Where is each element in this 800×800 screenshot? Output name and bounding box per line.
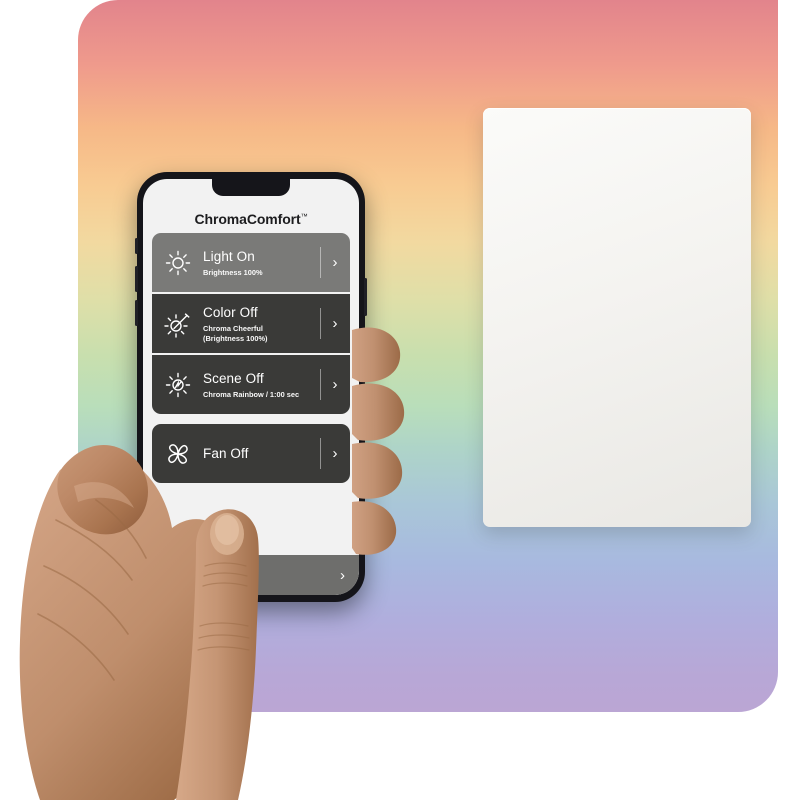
color-sun-brush-icon xyxy=(161,309,195,339)
wall-plate: ‹ › xyxy=(483,108,751,527)
list-item-color-text: Color Off Chroma Cheerful (Brightness 10… xyxy=(195,304,320,343)
app-title: ChromaComfort™ xyxy=(143,211,359,227)
chevron-right-icon[interactable]: › xyxy=(320,355,350,414)
app-title-text: ChromaComfort xyxy=(194,211,301,227)
list-item-fan[interactable]: Fan Off › xyxy=(152,424,350,483)
list-item-light-title: Light On xyxy=(203,248,255,264)
phone-volume-up-button[interactable] xyxy=(135,266,138,292)
list-item-light[interactable]: Light On Brightness 100% › xyxy=(152,233,350,292)
list-item-color-subtitle: Chroma Cheerful xyxy=(203,324,263,334)
phone-power-button[interactable] xyxy=(364,278,367,316)
list-item-color-title: Color Off xyxy=(203,305,258,321)
fan-icon xyxy=(161,439,195,469)
phone-screen: ChromaComfort™ Light On Brightness 100% … xyxy=(143,179,359,595)
chevron-right-icon[interactable]: › xyxy=(320,424,350,483)
list-item-scene[interactable]: Scene Off Chroma Rainbow / 1:00 sec › xyxy=(152,355,350,414)
list-item-light-text: Light On Brightness 100% xyxy=(195,248,320,277)
list-item-fan-text: Fan Off xyxy=(195,445,320,463)
chevron-right-icon[interactable]: › xyxy=(340,567,345,584)
chevron-right-icon[interactable]: › xyxy=(320,233,350,292)
phone-notch xyxy=(212,179,290,196)
trademark-symbol: ™ xyxy=(300,213,308,221)
smartphone: ChromaComfort™ Light On Brightness 100% … xyxy=(135,172,367,602)
list-item-light-subtitle: Brightness 100% xyxy=(203,267,263,277)
list-item-scene-text: Scene Off Chroma Rainbow / 1:00 sec xyxy=(195,370,320,399)
list-item-scene-title: Scene Off xyxy=(203,370,264,386)
list-item-color[interactable]: Color Off Chroma Cheerful (Brightness 10… xyxy=(152,294,350,353)
scene-sun-bolt-icon xyxy=(161,371,195,399)
phone-silent-switch[interactable] xyxy=(135,238,138,254)
list-item-scene-subtitle: Chroma Rainbow / 1:00 sec xyxy=(203,389,300,399)
list-item-color-subtitle-2: (Brightness 100%) xyxy=(203,333,268,343)
phone-volume-down-button[interactable] xyxy=(135,300,138,326)
app-control-list: Light On Brightness 100% › Color Off Chr… xyxy=(152,233,350,485)
list-item-fan-title: Fan Off xyxy=(203,445,249,461)
settings-row[interactable]: Settings › xyxy=(143,555,359,595)
chevron-right-icon[interactable]: › xyxy=(320,294,350,353)
sun-icon xyxy=(161,249,195,277)
settings-label: Settings xyxy=(157,568,201,582)
product-marketing-image: ‹ › xyxy=(0,0,800,800)
